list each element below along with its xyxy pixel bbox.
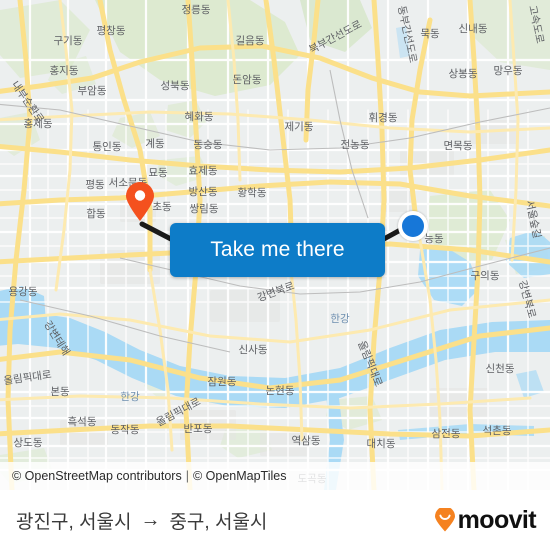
map-label: 묵동 [420, 28, 440, 40]
map-label: 쌍림동 [190, 203, 219, 215]
map-label: 동숭동 [194, 139, 223, 151]
map-label: 석촌동 [483, 425, 512, 437]
map-label: 홍제동 [24, 117, 53, 130]
map-label: 부암동 [78, 85, 107, 97]
map-label: 능동 [424, 233, 444, 245]
map-label: 혜화동 [185, 111, 214, 123]
map-label: 평창동 [97, 25, 126, 37]
map-label: 길음동 [236, 34, 265, 47]
map-label: 삼전동 [432, 428, 461, 440]
map-label: 본동 [50, 386, 70, 398]
map-label: 정릉동 [182, 4, 211, 16]
origin-dot-marker[interactable] [398, 211, 428, 241]
map-viewport[interactable]: .water { fill:#aadaf5; } .park { fill:#d… [0, 0, 550, 490]
arrow-right-icon: → [140, 509, 161, 531]
map-label: 상봉동 [449, 68, 478, 80]
map-label: 효제동 [189, 165, 218, 177]
cta-label: Take me there [210, 238, 345, 261]
destination-pin-marker[interactable] [125, 182, 155, 222]
route-destination: 중구, 서울시 [169, 511, 268, 533]
openmaptiles-attribution-link[interactable]: © OpenMapTiles [193, 469, 287, 483]
map-label: 신천동 [486, 363, 515, 375]
route-origin: 광진구, 서울시 [16, 511, 132, 533]
map-label: 구기동 [54, 35, 83, 47]
map-label: 망우동 [494, 65, 523, 77]
map-label: 잠원동 [208, 376, 237, 388]
map-label: 휘경동 [369, 111, 398, 124]
map-attribution: © OpenStreetMap contributors | © OpenMap… [0, 462, 550, 490]
attribution-separator: | [185, 469, 189, 483]
osm-attribution-link[interactable]: © OpenStreetMap contributors [12, 469, 182, 483]
map-label: 합동 [86, 208, 106, 220]
route-summary: 광진구, 서울시 → 중구, 서울시 [16, 507, 267, 534]
map-label: 전농동 [341, 139, 370, 151]
take-me-there-button[interactable]: Take me there [170, 223, 385, 277]
map-label: 한강 [330, 313, 350, 325]
moovit-pin-icon [434, 508, 456, 532]
map-label: 홍지동 [50, 64, 79, 77]
map-label: 동작동 [111, 424, 140, 436]
map-label: 성북동 [161, 80, 190, 92]
map-label: 논현동 [266, 385, 295, 397]
moovit-wordmark: moovit [457, 505, 537, 534]
map-label: 황학동 [238, 187, 267, 199]
map-label: 돈암동 [233, 74, 262, 86]
map-label: 방산동 [189, 186, 218, 198]
map-label: 흑석동 [68, 415, 97, 428]
map-label: 통인동 [93, 141, 122, 153]
map-label: 신내동 [459, 23, 488, 35]
map-label: 역삼동 [292, 435, 321, 447]
footer-bar: 광진구, 서울시 → 중구, 서울시 moovit [0, 490, 550, 550]
moovit-map-page: .water { fill:#aadaf5; } .park { fill:#d… [0, 0, 550, 550]
map-label: 제기동 [285, 121, 314, 133]
map-label: 반포동 [184, 423, 213, 435]
map-label: 평동 [85, 179, 105, 191]
map-label: 상도동 [14, 437, 43, 449]
map-label: 구의동 [471, 270, 500, 282]
map-label: 대치동 [367, 438, 396, 450]
map-label: 면목동 [444, 140, 473, 152]
moovit-logo[interactable]: moovit [434, 505, 537, 535]
map-label: 신사동 [239, 344, 268, 356]
map-label: 한강 [120, 391, 140, 403]
map-label: 용강동 [9, 286, 38, 298]
map-label: 초동 [152, 201, 172, 213]
map-label: 묘동 [148, 167, 168, 179]
map-label: 계동 [145, 138, 165, 150]
